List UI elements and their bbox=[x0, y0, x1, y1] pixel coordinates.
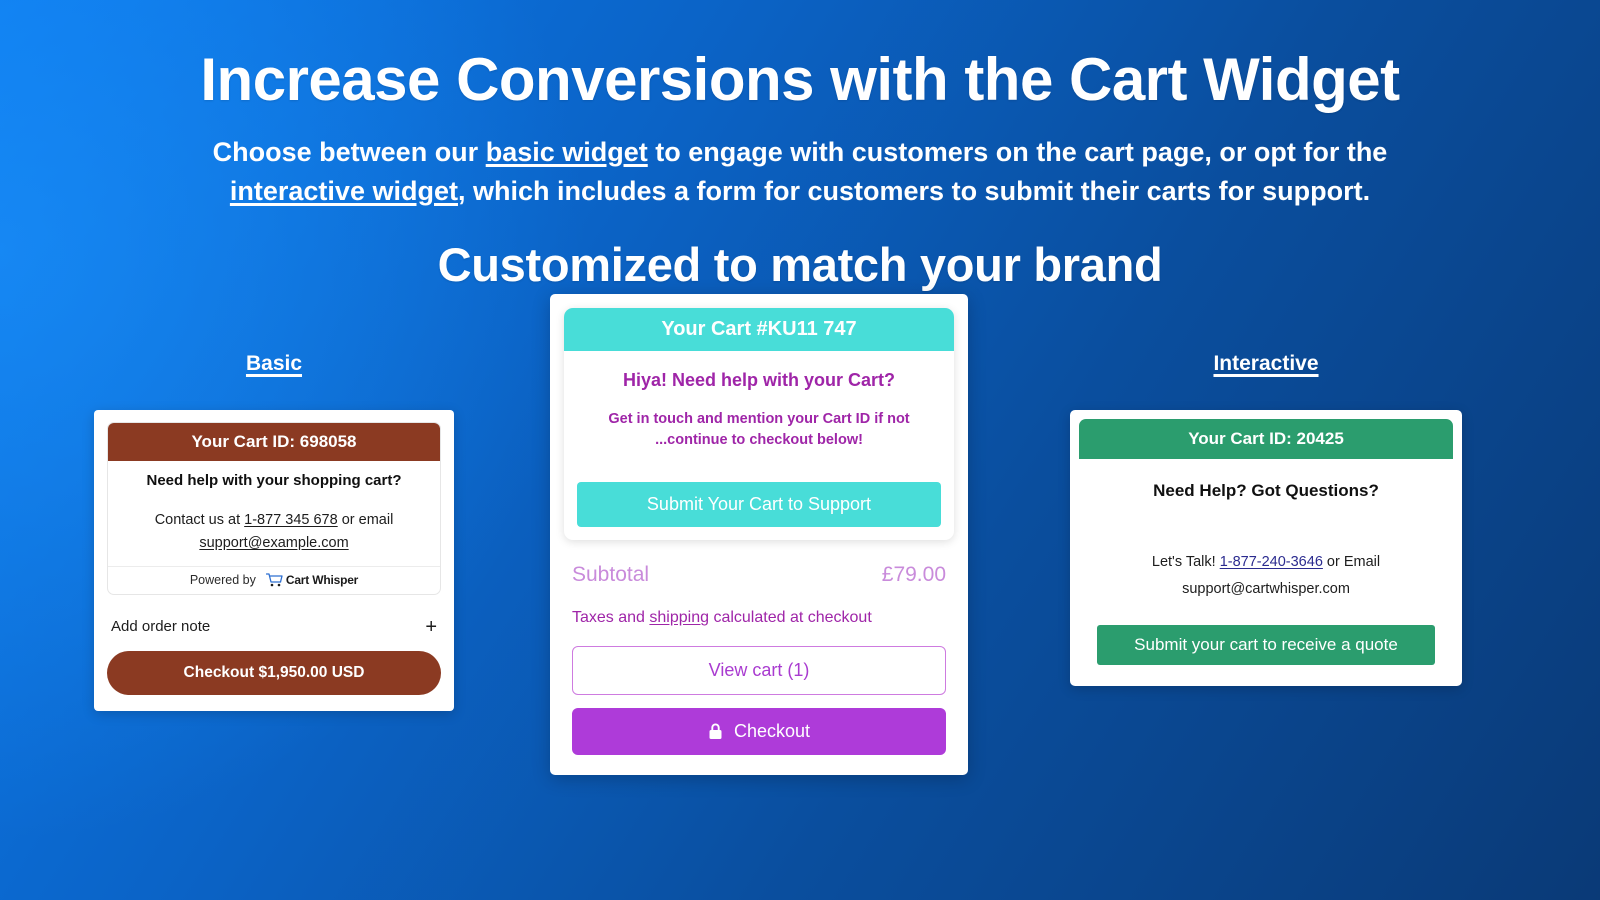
widgets-showcase: Basic Your Cart ID: 698058 Need help wit… bbox=[0, 292, 1600, 852]
interactive-cart-id-header: Your Cart ID: 20425 bbox=[1079, 419, 1453, 460]
interactive-widget-panel: Your Cart ID: 20425 Need Help? Got Quest… bbox=[1079, 419, 1453, 673]
interactive-widget-emphasis: interactive widget bbox=[229, 176, 458, 207]
interactive-contact-mid: or Email bbox=[1322, 554, 1381, 571]
subtotal-row: Subtotal £79.00 bbox=[564, 563, 954, 587]
interactive-widget-preview-card: Your Cart #KU11 747 Hiya! Need help with… bbox=[550, 294, 968, 776]
view-cart-button[interactable]: View cart (1) bbox=[572, 646, 946, 696]
subtitle-text-c: , which includes a form for customers to… bbox=[457, 176, 1371, 207]
taxes-suffix: calculated at checkout bbox=[709, 609, 872, 627]
middle-help-question: Hiya! Need help with your Cart? bbox=[622, 370, 896, 391]
basic-widget-card: Your Cart ID: 698058 Need help with your… bbox=[94, 410, 454, 711]
hero-section: Increase Conversions with the Cart Widge… bbox=[0, 0, 1600, 292]
interactive-contact-info: Let's Talk! 1-877-240-3646 or Email supp… bbox=[1093, 549, 1439, 603]
middle-checkout-button[interactable]: Checkout bbox=[572, 708, 946, 756]
subtitle-text-b: to engage with customers on the cart pag… bbox=[647, 137, 1388, 167]
interactive-widget-body: Need Help? Got Questions? Let's Talk! 1-… bbox=[1079, 459, 1453, 673]
middle-help-note: Get in touch and mention your Cart ID if… bbox=[608, 411, 910, 449]
add-order-note-label: Add order note bbox=[111, 618, 211, 636]
middle-widget-panel: Your Cart #KU11 747 Hiya! Need help with… bbox=[564, 308, 954, 541]
plus-icon[interactable]: + bbox=[425, 617, 437, 637]
basic-widget-body: Need help with your shopping cart? Conta… bbox=[108, 461, 440, 565]
basic-contact-prefix: Contact us at bbox=[154, 512, 245, 529]
taxes-prefix: Taxes and bbox=[572, 609, 650, 627]
interactive-help-question: Need Help? Got Questions? bbox=[1153, 481, 1379, 501]
basic-cart-id-header: Your Cart ID: 698058 bbox=[108, 423, 440, 462]
interactive-widget-column: Interactive Your Cart ID: 20425 Need Hel… bbox=[1070, 352, 1462, 686]
subtitle-text-a: Choose between our bbox=[212, 137, 486, 167]
powered-by-label: Powered by bbox=[189, 572, 256, 587]
basic-contact-mid: or email bbox=[337, 512, 394, 529]
middle-cart-id-header: Your Cart #KU11 747 bbox=[564, 308, 954, 352]
interactive-widget-card: Your Cart ID: 20425 Need Help? Got Quest… bbox=[1070, 410, 1462, 686]
interactive-email: support@cartwhisper.com bbox=[1182, 581, 1350, 598]
shopping-cart-icon bbox=[265, 573, 283, 586]
basic-widget-column: Basic Your Cart ID: 698058 Need help wit… bbox=[94, 352, 454, 711]
basic-contact-info: Contact us at 1-877 345 678 or email sup… bbox=[122, 509, 426, 555]
basic-email-link[interactable]: support@example.com bbox=[199, 535, 348, 551]
subtotal-label: Subtotal bbox=[572, 563, 650, 587]
basic-help-question: Need help with your shopping cart? bbox=[146, 472, 402, 490]
middle-checkout-label: Checkout bbox=[733, 721, 811, 742]
lock-icon bbox=[709, 723, 722, 740]
submit-cart-to-support-button[interactable]: Submit Your Cart to Support bbox=[577, 482, 941, 528]
page-title: Increase Conversions with the Cart Widge… bbox=[200, 46, 1400, 113]
basic-column-label: Basic bbox=[245, 352, 303, 376]
basic-checkout-button[interactable]: Checkout $1,950.00 USD bbox=[107, 650, 441, 695]
page-subheading: Customized to match your brand bbox=[437, 238, 1163, 292]
basic-widget-emphasis: basic widget bbox=[485, 137, 648, 167]
shipping-link[interactable]: shipping bbox=[649, 609, 709, 626]
subtotal-value: £79.00 bbox=[881, 563, 946, 587]
basic-phone-link[interactable]: 1-877 345 678 bbox=[244, 512, 338, 528]
cart-whisper-logo: Cart Whisper bbox=[265, 572, 359, 587]
basic-widget-panel: Your Cart ID: 698058 Need help with your… bbox=[107, 422, 441, 595]
submit-cart-quote-button[interactable]: Submit your cart to receive a quote bbox=[1097, 624, 1435, 665]
add-order-note-row[interactable]: Add order note + bbox=[107, 617, 441, 637]
hero-subtitle: Choose between our basic widget to engag… bbox=[60, 133, 1540, 211]
interactive-phone-link[interactable]: 1-877-240-3646 bbox=[1220, 554, 1323, 570]
interactive-column-label: Interactive bbox=[1213, 352, 1319, 376]
cart-whisper-brand-name: Cart Whisper bbox=[285, 572, 359, 587]
taxes-shipping-note: Taxes and shipping calculated at checkou… bbox=[564, 609, 954, 627]
interactive-contact-prefix: Let's Talk! bbox=[1151, 554, 1220, 571]
basic-powered-by-row: Powered by Cart Whisper bbox=[108, 565, 440, 594]
